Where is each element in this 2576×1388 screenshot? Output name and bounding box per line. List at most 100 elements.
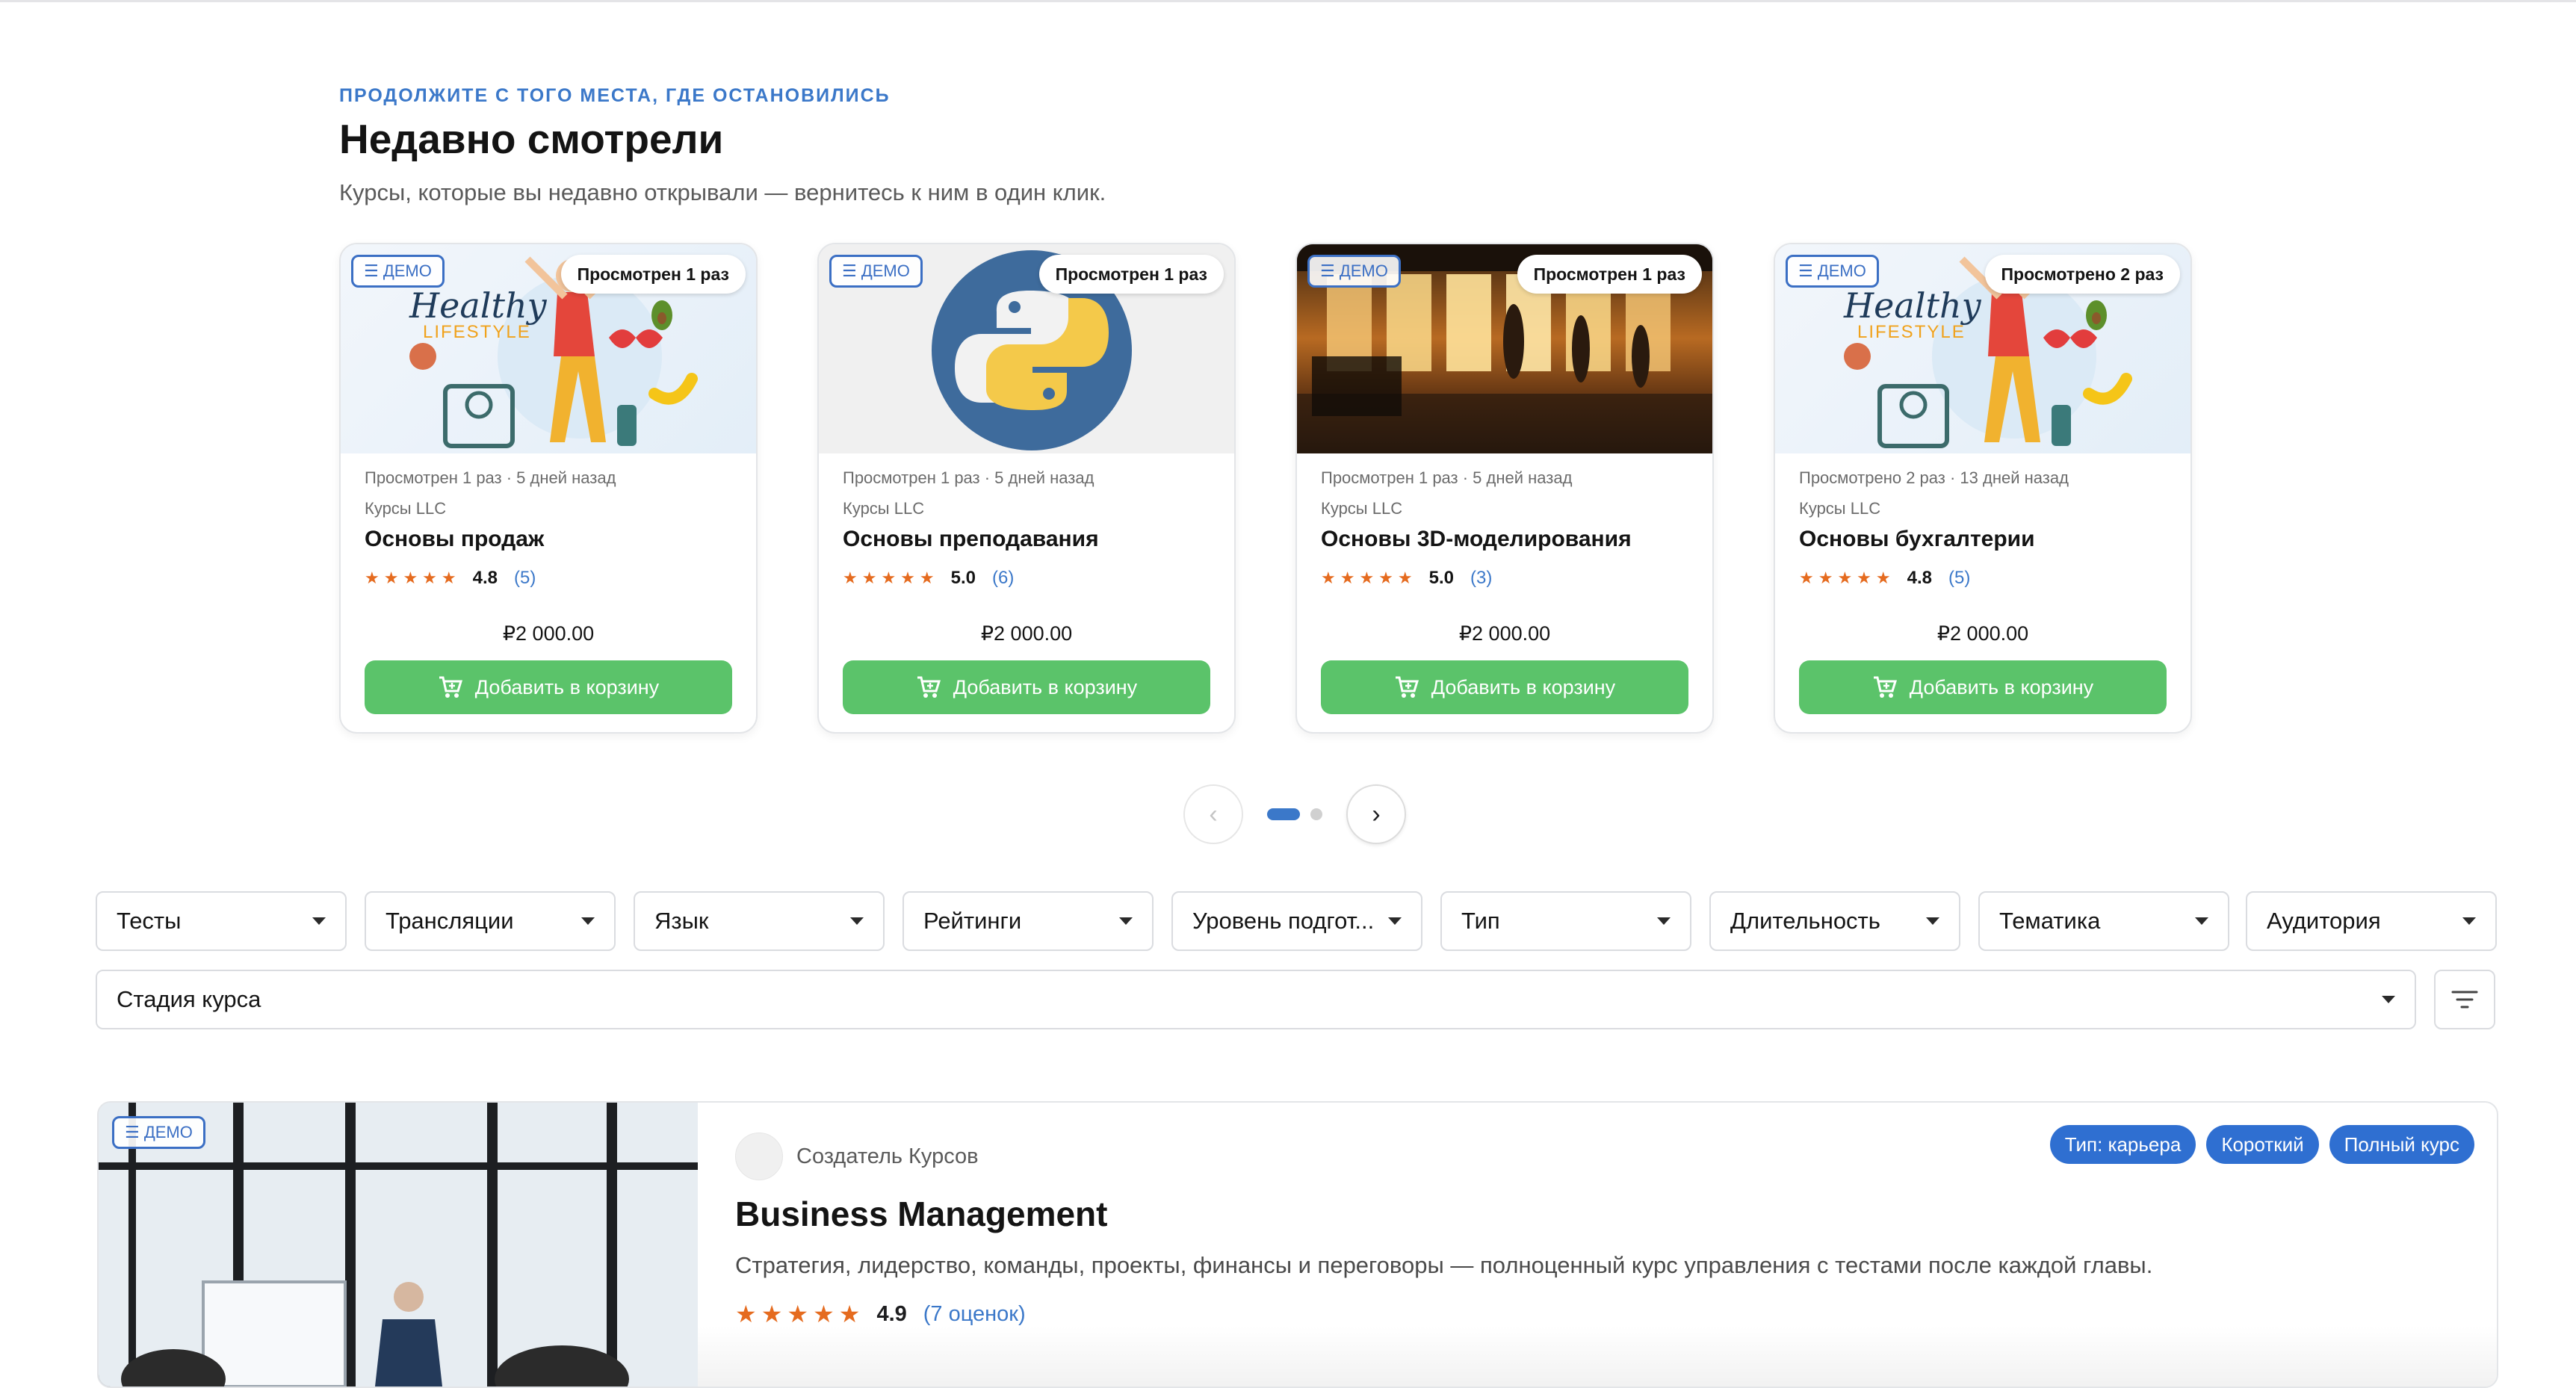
- course-card[interactable]: ☰ ДЕМО Просмотрен 1 раз Просмотрен 1 раз…: [1295, 243, 1714, 734]
- card-meta: Просмотрено 2 раз · 13 дней назад: [1799, 468, 2069, 487]
- card-meta: Просмотрен 1 раз · 5 дней назад: [1321, 468, 1573, 487]
- carousel-dot-active[interactable]: [1267, 808, 1300, 820]
- chevron-left-icon: ‹: [1209, 799, 1218, 828]
- course-tags: Тип: карьера Короткий Полный курс: [2049, 1125, 2474, 1164]
- tag-career-type[interactable]: Тип: карьера: [2049, 1125, 2196, 1164]
- filter-level[interactable]: Уровень подгот...: [1171, 891, 1422, 951]
- add-to-cart-button[interactable]: Добавить в корзину: [365, 660, 732, 714]
- demo-badge: ☰ ДЕМО: [112, 1116, 205, 1149]
- filter-tests[interactable]: Тесты: [96, 891, 347, 951]
- filter-label: Аудитория: [2267, 908, 2381, 934]
- filter-label: Трансляции: [386, 908, 514, 934]
- card-meta: Просмотрен 1 раз · 5 дней назад: [843, 468, 1095, 487]
- caret-down-icon: [2382, 996, 2395, 1003]
- filter-ratings[interactable]: Рейтинги: [902, 891, 1154, 951]
- course-thumbnail: Healthy LIFESTYLE ☰ ДЕМО Просмотрено 2 р…: [1775, 244, 2190, 453]
- carousel-dot[interactable]: [1310, 808, 1322, 820]
- thumb-lettering-sub: LIFESTYLE: [423, 322, 531, 342]
- bottom-fade: [698, 1327, 2497, 1387]
- add-to-cart-button[interactable]: Добавить в корзину: [1799, 660, 2167, 714]
- add-to-cart-label: Добавить в корзину: [1431, 675, 1616, 698]
- filter-broadcasts[interactable]: Трансляции: [365, 891, 616, 951]
- caret-down-icon: [1119, 917, 1133, 925]
- caret-down-icon: [850, 917, 864, 925]
- course-card[interactable]: Healthy LIFESTYLE ☰ ДЕМО Просмотрен 1 ра…: [339, 243, 758, 734]
- star-rating-icon: ★★★★★: [365, 568, 461, 587]
- course-card[interactable]: ☰ ДЕМО Просмотрен 1 раз Просмотрен 1 раз…: [817, 243, 1236, 734]
- demo-badge: ☰ ДЕМО: [1307, 255, 1401, 288]
- card-org: Курсы LLC: [1799, 499, 1881, 518]
- card-org: Курсы LLC: [1321, 499, 1403, 518]
- thumb-lettering-sub: LIFESTYLE: [1857, 322, 1966, 342]
- caret-down-icon: [2195, 917, 2208, 925]
- tag-short[interactable]: Короткий: [2206, 1125, 2319, 1164]
- chevron-right-icon: ›: [1372, 799, 1381, 828]
- featured-rating: ★★★★★ 4.9 (7 оценок): [735, 1300, 1026, 1328]
- thumb-lettering: Healthy: [1844, 285, 1981, 326]
- caret-down-icon: [581, 917, 595, 925]
- course-thumbnail: ☰ ДЕМО Просмотрен 1 раз: [1297, 244, 1712, 453]
- add-to-cart-button[interactable]: Добавить в корзину: [1321, 660, 1688, 714]
- card-price: ₽2 000.00: [502, 622, 595, 645]
- carousel-prev-button[interactable]: ‹: [1183, 784, 1243, 844]
- card-title[interactable]: Основы преподавания: [843, 527, 1099, 552]
- views-badge: Просмотрен 1 раз: [560, 255, 746, 294]
- card-rating: ★★★★★ 5.0 (3): [1321, 568, 1492, 589]
- caret-down-icon: [1926, 917, 1939, 925]
- filter-label: Уровень подгот...: [1192, 908, 1375, 934]
- card-org: Курсы LLC: [843, 499, 925, 518]
- card-title[interactable]: Основы бухгалтерии: [1799, 527, 2035, 552]
- rating-value: 4.8: [1907, 568, 1932, 588]
- card-rating: ★★★★★ 4.8 (5): [1799, 568, 1970, 589]
- section-title: Недавно смотрели: [339, 116, 724, 162]
- tag-full-course[interactable]: Полный курс: [2329, 1125, 2474, 1164]
- filter-language[interactable]: Язык: [634, 891, 885, 951]
- add-to-cart-label: Добавить в корзину: [953, 675, 1138, 698]
- filter-type[interactable]: Тип: [1440, 891, 1691, 951]
- rating-value: 4.8: [472, 568, 498, 588]
- filter-course-stage[interactable]: Стадия курса: [96, 970, 2416, 1029]
- star-rating-icon: ★★★★★: [1799, 568, 1895, 587]
- filter-duration[interactable]: Длительность: [1709, 891, 1960, 951]
- add-to-cart-button[interactable]: Добавить в корзину: [843, 660, 1210, 714]
- card-rating: ★★★★★ 5.0 (6): [843, 568, 1014, 589]
- card-org: Курсы LLC: [365, 499, 447, 518]
- filter-lines-icon: [2451, 991, 2478, 1009]
- card-title[interactable]: Основы 3D-моделирования: [1321, 527, 1632, 552]
- featured-title[interactable]: Business Management: [735, 1194, 1107, 1234]
- course-card[interactable]: Healthy LIFESTYLE ☰ ДЕМО Просмотрено 2 р…: [1774, 243, 2192, 734]
- card-rating: ★★★★★ 4.8 (5): [365, 568, 536, 589]
- rating-count[interactable]: (3): [1470, 568, 1492, 589]
- filter-topic[interactable]: Тематика: [1978, 891, 2229, 951]
- views-badge: Просмотрен 1 раз: [1038, 255, 1224, 294]
- filter-label: Стадия курса: [117, 986, 261, 1012]
- filter-label: Язык: [654, 908, 709, 934]
- rating-value: 4.9: [876, 1301, 907, 1326]
- views-badge: Просмотрен 1 раз: [1517, 255, 1702, 294]
- rating-count[interactable]: (5): [1948, 568, 1970, 589]
- course-creator[interactable]: Создатель Курсов: [735, 1133, 979, 1180]
- caret-down-icon: [1388, 917, 1402, 925]
- section-eyebrow: ПРОДОЛЖИТЕ С ТОГО МЕСТА, ГДЕ ОСТАНОВИЛИС…: [339, 85, 891, 106]
- cart-icon: [917, 676, 941, 698]
- section-subtitle: Курсы, которые вы недавно открывали — ве…: [339, 179, 1106, 205]
- carousel-next-button[interactable]: ›: [1346, 784, 1406, 844]
- card-title[interactable]: Основы продаж: [365, 527, 544, 552]
- demo-badge: ☰ ДЕМО: [829, 255, 923, 288]
- filter-settings-button[interactable]: [2434, 970, 2495, 1029]
- featured-description: Стратегия, лидерство, команды, проекты, …: [735, 1252, 2153, 1278]
- filter-label: Тип: [1461, 908, 1500, 934]
- add-to-cart-label: Добавить в корзину: [1909, 675, 2094, 698]
- cart-icon: [1395, 676, 1419, 698]
- filter-audience[interactable]: Аудитория: [2246, 891, 2497, 951]
- star-rating-icon: ★★★★★: [735, 1301, 865, 1327]
- thumb-lettering: Healthy: [409, 285, 547, 326]
- featured-course-card[interactable]: ☰ ДЕМО Создатель Курсов Тип: карьера Кор…: [97, 1101, 2498, 1388]
- rating-count[interactable]: (5): [514, 568, 536, 589]
- caret-down-icon: [1657, 917, 1671, 925]
- avatar: [735, 1133, 783, 1180]
- star-rating-icon: ★★★★★: [1321, 568, 1417, 587]
- rating-count[interactable]: (6): [992, 568, 1014, 589]
- cart-icon: [1873, 676, 1897, 698]
- rating-count[interactable]: (7 оценок): [923, 1302, 1026, 1327]
